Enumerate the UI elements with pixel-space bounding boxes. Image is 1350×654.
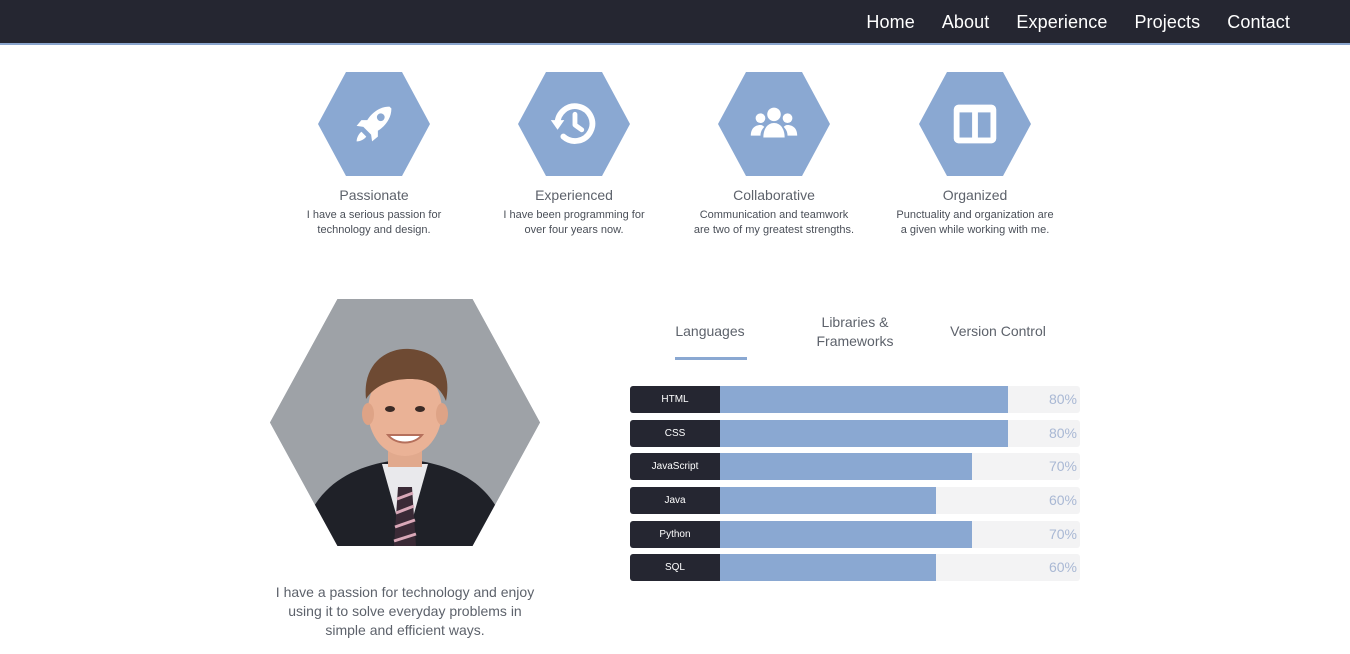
skill-bar-row: HTML 80% [630, 386, 1080, 413]
skill-bar-label: Python [630, 521, 720, 548]
skill-bar-row: CSS 80% [630, 420, 1080, 447]
feature-title: Passionate [339, 187, 409, 203]
nav-menu: Home About Experience Projects Contact [839, 0, 1290, 45]
skill-bar-percent: 80% [1048, 391, 1077, 407]
skill-bar-fill [720, 386, 1008, 413]
feature-hexagon [518, 72, 630, 176]
skill-bar-percent: 70% [1048, 458, 1077, 474]
skill-bar-row: Java 60% [630, 487, 1080, 514]
skill-bar-percent: 60% [1048, 559, 1077, 575]
feature-hexagon [718, 72, 830, 176]
nav-experience-link[interactable]: Experience [1016, 12, 1107, 33]
portrait-illustration [270, 299, 540, 546]
skill-bar-percent: 80% [1048, 425, 1077, 441]
nav-home-link[interactable]: Home [866, 12, 914, 33]
users-icon [750, 107, 798, 138]
skill-bar-percent: 70% [1048, 526, 1077, 542]
feature-description: I have a serious passion for technology a… [306, 209, 442, 236]
tab-languages[interactable]: Languages [660, 322, 760, 341]
active-tab-indicator [675, 357, 747, 360]
profile-photo [270, 299, 540, 546]
feature-organized: Organized Punctuality and organization a… [875, 72, 1075, 238]
skill-bar-fill [720, 554, 936, 581]
tab-version-control[interactable]: Version Control [938, 322, 1058, 341]
skill-bar-row: JavaScript 70% [630, 453, 1080, 480]
skill-bar-percent: 60% [1048, 492, 1077, 508]
nav-projects-link[interactable]: Projects [1134, 12, 1200, 33]
feature-collaborative: Collaborative Communication and teamwork… [674, 72, 874, 238]
columns-icon [953, 104, 997, 144]
skill-bar-label: Java [630, 487, 720, 514]
skill-bar-label: JavaScript [630, 453, 720, 480]
feature-description: Punctuality and organization are a given … [896, 209, 1054, 236]
feature-hexagon [919, 72, 1031, 176]
skill-bar-label: SQL [630, 554, 720, 581]
skill-bar-fill [720, 453, 972, 480]
skill-bar-fill [720, 420, 1008, 447]
feature-title: Organized [942, 187, 1008, 203]
bio-text: I have a passion for technology and enjo… [275, 584, 535, 638]
rocket-icon [356, 106, 392, 142]
top-navbar: Home About Experience Projects Contact [0, 0, 1350, 45]
skill-bar-fill [720, 487, 936, 514]
feature-description: Communication and teamwork are two of my … [693, 209, 855, 236]
tab-libraries-frameworks[interactable]: Libraries & Frameworks [800, 313, 910, 351]
skill-bar-label: CSS [630, 420, 720, 447]
skill-bar-label: HTML [630, 386, 720, 413]
feature-hexagon [318, 72, 430, 176]
feature-passionate: Passionate I have a serious passion for t… [274, 72, 474, 238]
skill-bar-fill [720, 521, 972, 548]
skill-bar-row: SQL 60% [630, 554, 1080, 581]
feature-title: Collaborative [733, 187, 815, 203]
skill-bar-row: Python 70% [630, 521, 1080, 548]
feature-experienced: Experienced I have been programming for o… [474, 72, 674, 238]
nav-about-link[interactable]: About [942, 12, 990, 33]
feature-title: Experienced [535, 187, 613, 203]
feature-description: I have been programming for over four yea… [503, 209, 645, 236]
history-icon [550, 103, 596, 144]
nav-contact-link[interactable]: Contact [1227, 12, 1290, 33]
